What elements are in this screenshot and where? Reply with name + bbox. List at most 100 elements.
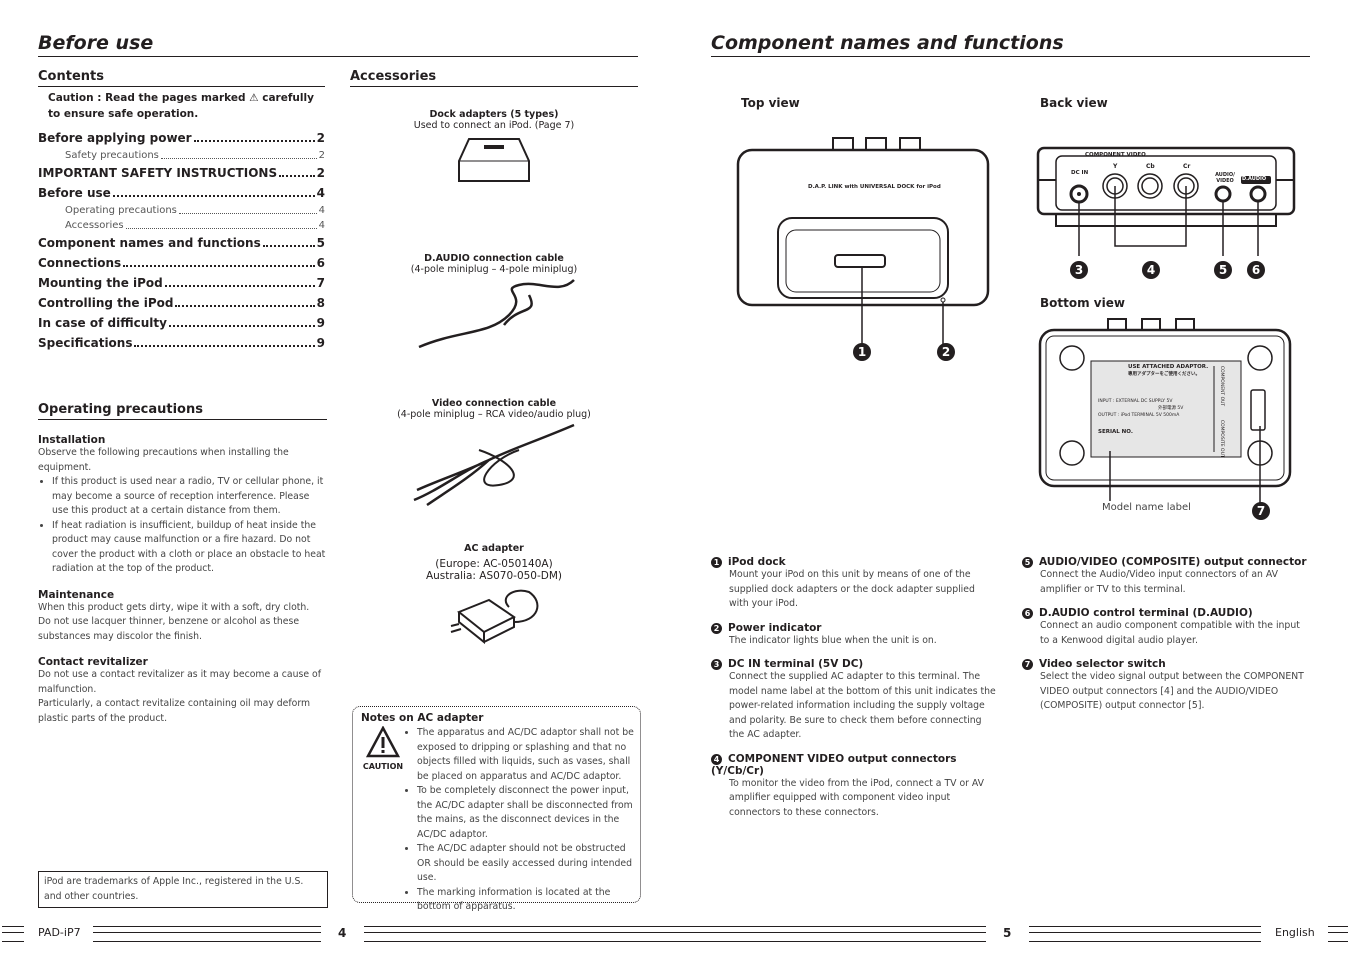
component-list-right: 5 AUDIO/VIDEO (COMPOSITE) output connecto… (1022, 556, 1307, 724)
label-plate-text: USE ATTACHED ADAPTOR. 専用アダプターをご使用ください。 I… (1098, 364, 1218, 436)
caution-note: Caution : Read the pages marked ⚠ carefu… (48, 92, 314, 120)
toc-leader (164, 273, 315, 287)
toc-entry[interactable]: Safety precautions 2 (38, 148, 325, 163)
toc-label: Controlling the iPod (38, 296, 174, 310)
toc-entry[interactable]: Before applying power 2 (38, 128, 325, 148)
adaptor-text-jp: 専用アダプターをご使用ください。 (1128, 372, 1200, 377)
toc-list: Before applying power 2 Safety precautions… (38, 128, 325, 353)
dock-adapter-image (458, 138, 530, 182)
installation-intro: Observe the following precautions when i… (38, 447, 289, 473)
toc-leader (193, 128, 315, 142)
accessory-desc: Australia: AS070-050-DM) (425, 570, 563, 582)
item-text: Connect the supplied AC adapter to this … (729, 671, 996, 740)
item-text: Mount your iPod on this unit by means of… (729, 569, 975, 609)
toc-entry[interactable]: Before use 4 (38, 183, 325, 203)
cb-label: Cb (1146, 163, 1155, 170)
note-bullet: The apparatus and AC/DC adaptor shall no… (417, 726, 634, 784)
toc-label: Before applying power (38, 131, 192, 145)
footer-rule (93, 926, 321, 942)
accessory-name: D.AUDIO connection cable (424, 253, 564, 264)
installation-bullet: If heat radiation is insufficient, build… (52, 519, 327, 577)
toc-label: Connections (38, 256, 122, 270)
accessory-dock-adapters: Dock adapters (5 types) Used to connect a… (349, 109, 639, 204)
toc-page: 2 (316, 166, 325, 180)
item-number-icon: 5 (1022, 557, 1033, 568)
toc-leader (175, 293, 315, 307)
item-text: Connect the Audio/Video input connectors… (1040, 569, 1278, 595)
item-title: iPod dock (728, 556, 786, 568)
toc-entry[interactable]: Operating precautions 4 (38, 203, 325, 218)
toc-entry[interactable]: In case of difficulty 9 (38, 313, 325, 333)
daudio-label: D.AUDIO (1242, 176, 1267, 182)
toc-leader (125, 218, 317, 229)
toc-leader (262, 233, 315, 247)
item-text: Connect an audio component compatible wi… (1040, 620, 1300, 646)
model-name-label: Model name label (1102, 502, 1191, 513)
maintenance-text: Do not use lacquer thinner, benzene or a… (38, 616, 300, 642)
revitalizer-text: Do not use a contact revitalizer as it m… (38, 669, 321, 695)
toc-page: 8 (316, 296, 325, 310)
toc-entry[interactable]: IMPORTANT SAFETY INSTRUCTIONS 2 (38, 163, 325, 183)
caution-label: CAUTION (362, 762, 404, 771)
accessory-desc: (4-pole miniplug – RCA video/audio plug) (397, 409, 591, 420)
caution-symbol: CAUTION (361, 725, 405, 915)
component-item: 2 Power indicator The indicator lights blu… (711, 622, 996, 649)
note-bullet: To be completely disconnect the power in… (417, 784, 634, 842)
toc-label: Operating precautions (65, 205, 177, 216)
toc-leader (112, 183, 315, 197)
item-number-icon: 2 (711, 622, 722, 634)
input-text-jp: 外部電源 5V (1158, 406, 1184, 411)
footer-rule (364, 926, 986, 942)
page-title-right: Component names and functions (711, 32, 1310, 57)
maintenance-text: When this product gets dirty, wipe it wi… (38, 601, 310, 613)
installation-bullet: If this product is used near a radio, TV… (52, 475, 327, 519)
top-view-heading: Top view (741, 96, 800, 110)
footer-rule (1328, 926, 1348, 942)
cr-label: Cr (1183, 163, 1191, 170)
operating-precautions: Operating precautions Installation Obser… (38, 402, 327, 726)
toc-leader (160, 148, 317, 159)
toc-entry[interactable]: Controlling the iPod 8 (38, 293, 325, 313)
bottom-view-heading: Bottom view (1040, 296, 1125, 310)
precautions-heading: Operating precautions (38, 402, 327, 420)
toc-label: Specifications (38, 336, 133, 350)
toc-entry[interactable]: Connections 6 (38, 253, 325, 273)
callout-4: 4 (1142, 261, 1160, 279)
component-item: 3 DC IN terminal (5V DC) Connect the suppl… (711, 658, 996, 743)
item-text: The indicator lights blue when the unit … (729, 634, 937, 646)
toc-page: 2 (318, 150, 325, 161)
accessory-desc: Used to connect an iPod. (Page 7) (413, 120, 575, 131)
toc-page: 9 (316, 336, 325, 350)
daudio-cable-image (418, 279, 575, 349)
toc-leader (279, 163, 315, 177)
toc-leader (134, 333, 315, 347)
accessory-name: Dock adapters (5 types) (429, 109, 559, 120)
serial-text: SERIAL NO. (1098, 429, 1133, 435)
contents: Contents Caution : Read the pages marked… (38, 69, 325, 353)
page-number-right: 5 (1003, 926, 1012, 940)
callout-6: 6 (1247, 261, 1265, 279)
toc-entry[interactable]: Specifications 9 (38, 333, 325, 353)
toc-entry[interactable]: Component names and functions 5 (38, 233, 325, 253)
toc-entry[interactable]: Accessories 4 (38, 218, 325, 233)
toc-entry[interactable]: Mounting the iPod 7 (38, 273, 325, 293)
maintenance-heading: Maintenance (38, 588, 115, 601)
y-label: Y (1113, 163, 1118, 170)
dcin-label: DC IN (1071, 170, 1089, 176)
toc-page: 4 (318, 205, 325, 216)
accessory-name: AC adapter (464, 543, 524, 554)
toc-label: Accessories (65, 220, 124, 231)
device-label: D.A.P. LINK with UNIVERSAL DOCK for iPod (808, 184, 941, 190)
composite-out-label: COMPOSITE OUT (1219, 420, 1224, 458)
notes-heading: Notes on AC adapter (361, 712, 484, 724)
accessory-daudio-cable: D.AUDIO connection cable (4-pole miniplug… (349, 253, 639, 358)
item-number-icon: 7 (1022, 659, 1033, 670)
accessory-video-cable: Video connection cable (4-pole miniplug –… (349, 398, 639, 513)
item-text: To monitor the video from the iPod, conn… (729, 777, 985, 818)
item-number-icon: 6 (1022, 608, 1033, 619)
back-view-diagram (1036, 146, 1296, 256)
trademark-note: iPod are trademarks of Apple Inc., regis… (38, 871, 328, 908)
input-text: INPUT : EXTERNAL DC SUPPLY 5V (1098, 399, 1173, 404)
component-list-left: 1 iPod dock Mount your iPod on this unit b… (711, 556, 996, 820)
item-title: COMPONENT VIDEO output connectors (Y/Cb/… (711, 752, 957, 777)
